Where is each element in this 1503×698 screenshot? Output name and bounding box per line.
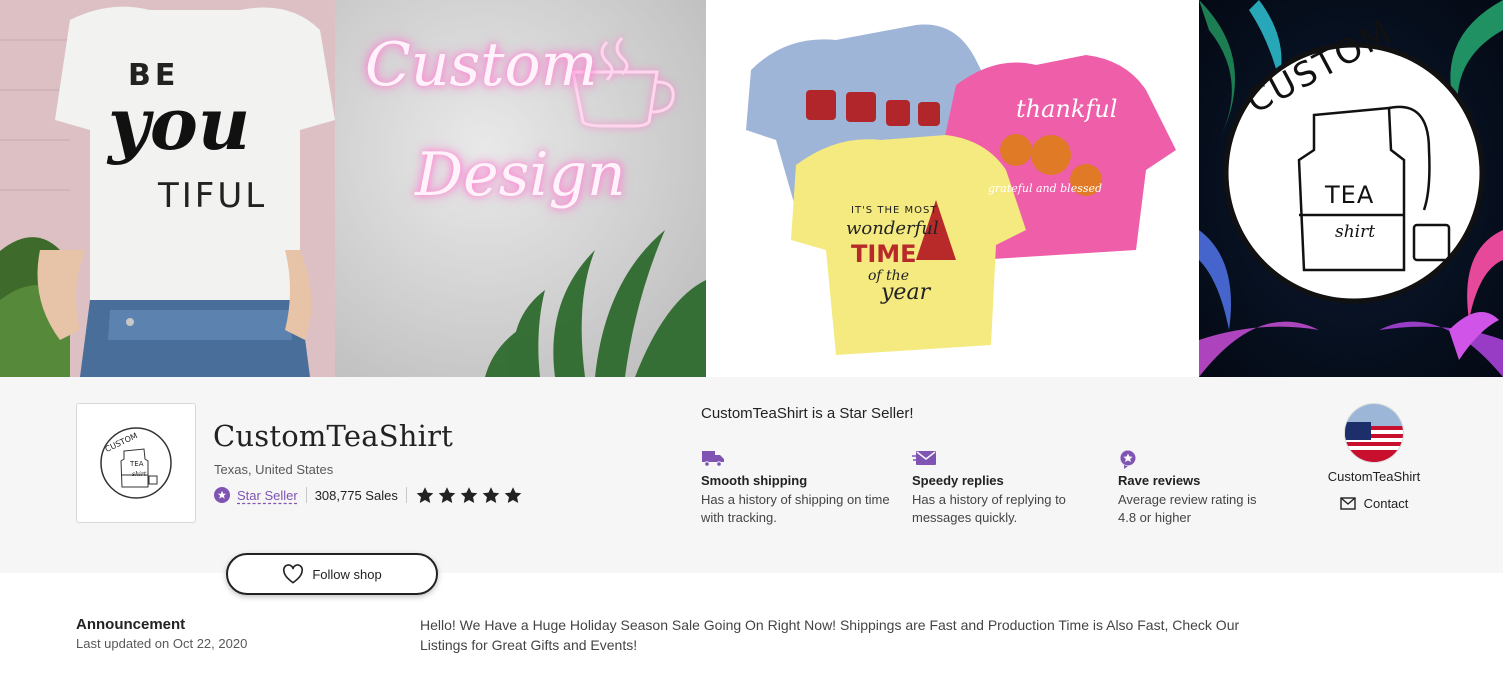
- announcement-date: Last updated on Oct 22, 2020: [76, 636, 248, 651]
- banner-most-text: IT'S THE MOST: [851, 205, 938, 216]
- badge-description: Has a history of replying to messages qu…: [912, 492, 1066, 525]
- banner-tiful-text: TIFUL: [158, 176, 268, 216]
- follow-shop-label: Follow shop: [312, 566, 382, 582]
- contact-label: Contact: [1363, 496, 1409, 511]
- banner-panel-holiday-shirts: IT'S THE MOST wonderful TIME of the year…: [706, 0, 1199, 377]
- badge-description: Average review rating is 4.8 or higher: [1118, 492, 1257, 525]
- star-seller-badge-icon: [214, 487, 230, 503]
- shop-meta-row: Star Seller 308,775 Sales: [214, 485, 523, 505]
- star-seller-title: CustomTeaShirt is a Star Seller!: [701, 405, 914, 422]
- banner-panel-custom-design: Custom Design: [335, 0, 706, 377]
- badge-title: Smooth shipping: [701, 473, 808, 488]
- badge-rave-reviews: Rave reviews Average review rating is 4.…: [1118, 449, 1308, 527]
- star-icon: [460, 486, 478, 503]
- star-icon: [482, 486, 500, 503]
- banner-thankful-text: thankful: [1016, 95, 1118, 123]
- us-flag-avatar-image: [1345, 404, 1403, 462]
- badge-title: Rave reviews: [1118, 473, 1201, 488]
- star-icon: [504, 486, 522, 503]
- star-badge-icon: [1118, 449, 1308, 469]
- avatar[interactable]: [1344, 403, 1404, 463]
- badge-description: Has a history of shipping on time with t…: [701, 492, 890, 525]
- banner-logo-tea-text: TEA: [1325, 181, 1375, 209]
- banner-you-text: you: [108, 81, 251, 166]
- banner-wonderful-text: wonderful: [846, 218, 939, 239]
- mail-icon: [912, 449, 1102, 469]
- follow-shop-button[interactable]: Follow shop: [226, 553, 438, 595]
- shop-logo-shirt-text: shirt: [132, 471, 147, 478]
- banner-year-text: year: [881, 280, 931, 305]
- star-seller-link[interactable]: Star Seller: [237, 488, 298, 503]
- heart-icon: [283, 564, 304, 584]
- shop-logo[interactable]: CUSTOM TEA shirt: [76, 403, 196, 523]
- shop-banner: BE you TIFUL Custom Design IT'S THE MOST…: [0, 0, 1503, 377]
- badge-smooth-shipping: Smooth shipping Has a history of shippin…: [701, 449, 891, 527]
- truck-icon: [701, 449, 891, 469]
- announcement-title: Announcement: [76, 616, 186, 633]
- shop-rating-stars[interactable]: [415, 486, 523, 505]
- divider: [305, 487, 307, 503]
- banner-custom-text: Custom: [365, 30, 598, 100]
- star-icon: [416, 486, 434, 503]
- shop-logo-tea-text: TEA: [130, 460, 144, 468]
- owner-name[interactable]: CustomTeaShirt: [1314, 469, 1434, 484]
- shop-location: Texas, United States: [214, 462, 334, 477]
- contact-button[interactable]: Contact: [1339, 496, 1409, 511]
- banner-logo-shirt-text: shirt: [1335, 222, 1376, 242]
- badge-speedy-replies: Speedy replies Has a history of replying…: [912, 449, 1102, 527]
- banner-time-text: TIME: [851, 240, 917, 268]
- banner-grateful-text: grateful and blessed: [988, 182, 1103, 195]
- banner-panel-be-you-tiful: BE you TIFUL: [0, 0, 335, 377]
- holiday-shirts-photo: [746, 24, 1176, 355]
- envelope-icon: [1339, 497, 1356, 510]
- badge-title: Speedy replies: [912, 473, 1004, 488]
- shop-owner: CustomTeaShirt Contact: [1314, 403, 1434, 515]
- banner-panel-logo: CUSTOM TEA shirt: [1199, 0, 1503, 377]
- shop-info-section: CUSTOM TEA shirt CustomTeaShirt Texas, U…: [0, 377, 1503, 573]
- divider: [405, 487, 407, 503]
- shop-sales-count: 308,775 Sales: [314, 487, 398, 503]
- star-icon: [438, 486, 456, 503]
- shop-name: CustomTeaShirt: [213, 419, 454, 453]
- banner-design-text: Design: [415, 140, 626, 210]
- announcement-text: Hello! We Have a Huge Holiday Season Sal…: [420, 617, 1240, 653]
